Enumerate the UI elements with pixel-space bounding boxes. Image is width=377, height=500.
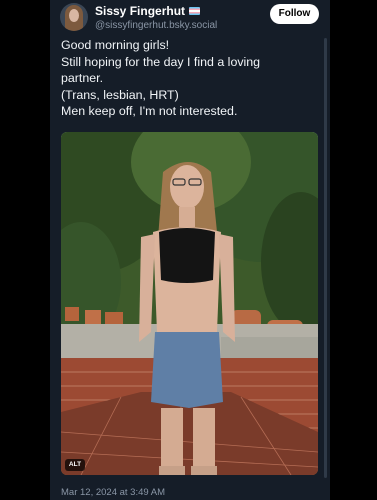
avatar[interactable] <box>60 3 88 31</box>
post-text-line: Good morning girls! <box>61 38 170 52</box>
follow-button[interactable]: Follow <box>270 4 319 24</box>
photo-illustration <box>61 132 318 475</box>
post-image[interactable]: ALT <box>61 132 318 475</box>
post-text-line: (Trans, lesbian, HRT) <box>61 87 179 102</box>
post-timestamp[interactable]: Mar 12, 2024 at 3:49 AM <box>61 487 165 498</box>
alt-text-badge[interactable]: ALT <box>65 459 85 471</box>
author-display-name[interactable]: Sissy Fingerhut <box>95 4 201 18</box>
post-text-line: Still hoping for the day I find a loving <box>61 54 261 69</box>
post-text-line: partner. <box>61 71 104 86</box>
post-text-line: Men keep off, I'm not interested. <box>61 104 238 119</box>
author-handle[interactable]: @sissyfingerhut.bsky.social <box>95 20 217 31</box>
avatar-face <box>69 9 79 22</box>
post-card: Sissy Fingerhut @sissyfingerhut.bsky.soc… <box>50 0 330 500</box>
scrollbar[interactable] <box>324 38 327 478</box>
author-name-text: Sissy Fingerhut <box>95 4 186 18</box>
trans-flag-icon <box>189 7 201 15</box>
post-text: Good morning girls! Still hoping for the… <box>61 37 323 120</box>
